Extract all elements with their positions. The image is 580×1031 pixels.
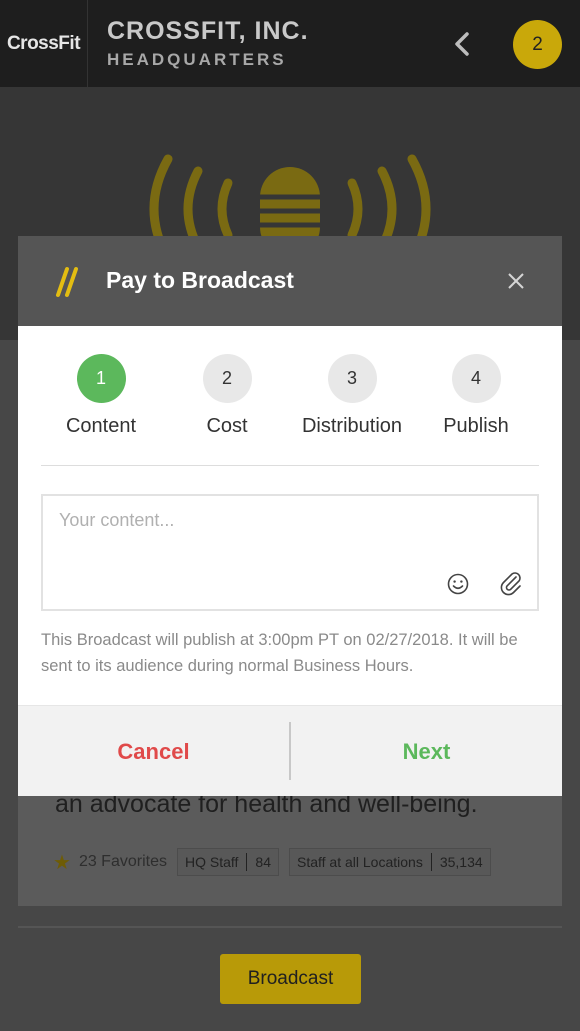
- back-button[interactable]: [440, 22, 484, 66]
- step-label: Distribution: [301, 415, 403, 437]
- step-content[interactable]: 1 Content: [41, 354, 161, 438]
- cancel-button[interactable]: Cancel: [18, 706, 289, 797]
- step-publish[interactable]: 4 Publish: [416, 354, 536, 438]
- step-number: 1: [76, 354, 126, 403]
- tag-separator: [246, 853, 248, 871]
- star-icon: ★: [53, 851, 71, 874]
- section-divider: [18, 926, 562, 928]
- step-number: 3: [327, 354, 377, 403]
- audience-tag-hq-staff[interactable]: HQ Staff 84: [176, 848, 279, 876]
- smiley-icon[interactable]: [446, 572, 470, 596]
- step-number: 4: [451, 354, 501, 403]
- publish-note: This Broadcast will publish at 3:00pm PT…: [41, 631, 518, 675]
- content-editor: [41, 494, 539, 611]
- tag-count: 35,134: [439, 854, 483, 870]
- step-label: Content: [65, 415, 137, 437]
- audience-tag-all-locations[interactable]: Staff at all Locations 35,134: [289, 848, 491, 876]
- next-button[interactable]: Next: [291, 706, 562, 797]
- paperclip-icon[interactable]: [498, 570, 524, 596]
- tag-label: Staff at all Locations: [297, 854, 423, 870]
- close-icon[interactable]: [504, 269, 528, 293]
- modal-header: Pay to Broadcast: [18, 236, 562, 326]
- step-distribution[interactable]: 3 Distribution: [292, 354, 412, 438]
- tag-label: HQ Staff: [184, 854, 239, 870]
- favorites-count: 23 Favorites: [78, 853, 167, 870]
- modal-footer: Cancel Next: [18, 705, 562, 796]
- tag-separator: [430, 853, 432, 871]
- broadcast-button[interactable]: Broadcast: [220, 954, 361, 1004]
- content-input[interactable]: [59, 510, 519, 531]
- card-stats: ★ 23 Favorites HQ Staff 84 Staff at all …: [53, 848, 491, 876]
- top-bar: CrossFit CROSSFIT, INC. HEADQUARTERS 2: [0, 0, 580, 87]
- favorites[interactable]: ★ 23 Favorites: [53, 850, 167, 875]
- org-name: CROSSFIT, INC.: [107, 17, 309, 45]
- back-chevron-icon: [455, 32, 469, 56]
- modal-title: Pay to Broadcast: [106, 267, 294, 293]
- notification-badge[interactable]: 2: [513, 20, 562, 69]
- pay-to-broadcast-modal: Pay to Broadcast 1 Content 2 Cost 3 Dist…: [18, 236, 562, 796]
- wizard-steps: 1 Content 2 Cost 3 Distribution 4 Publis…: [41, 354, 539, 466]
- step-label: Cost: [206, 415, 248, 437]
- step-number: 2: [202, 354, 252, 403]
- steps-divider: [41, 465, 539, 466]
- crossfit-logo[interactable]: CrossFit: [0, 0, 88, 87]
- org-subtitle: HEADQUARTERS: [107, 50, 287, 69]
- step-cost[interactable]: 2 Cost: [167, 354, 287, 438]
- tag-count: 84: [255, 854, 271, 870]
- slash-logo-icon: [56, 267, 78, 297]
- step-label: Publish: [443, 415, 509, 437]
